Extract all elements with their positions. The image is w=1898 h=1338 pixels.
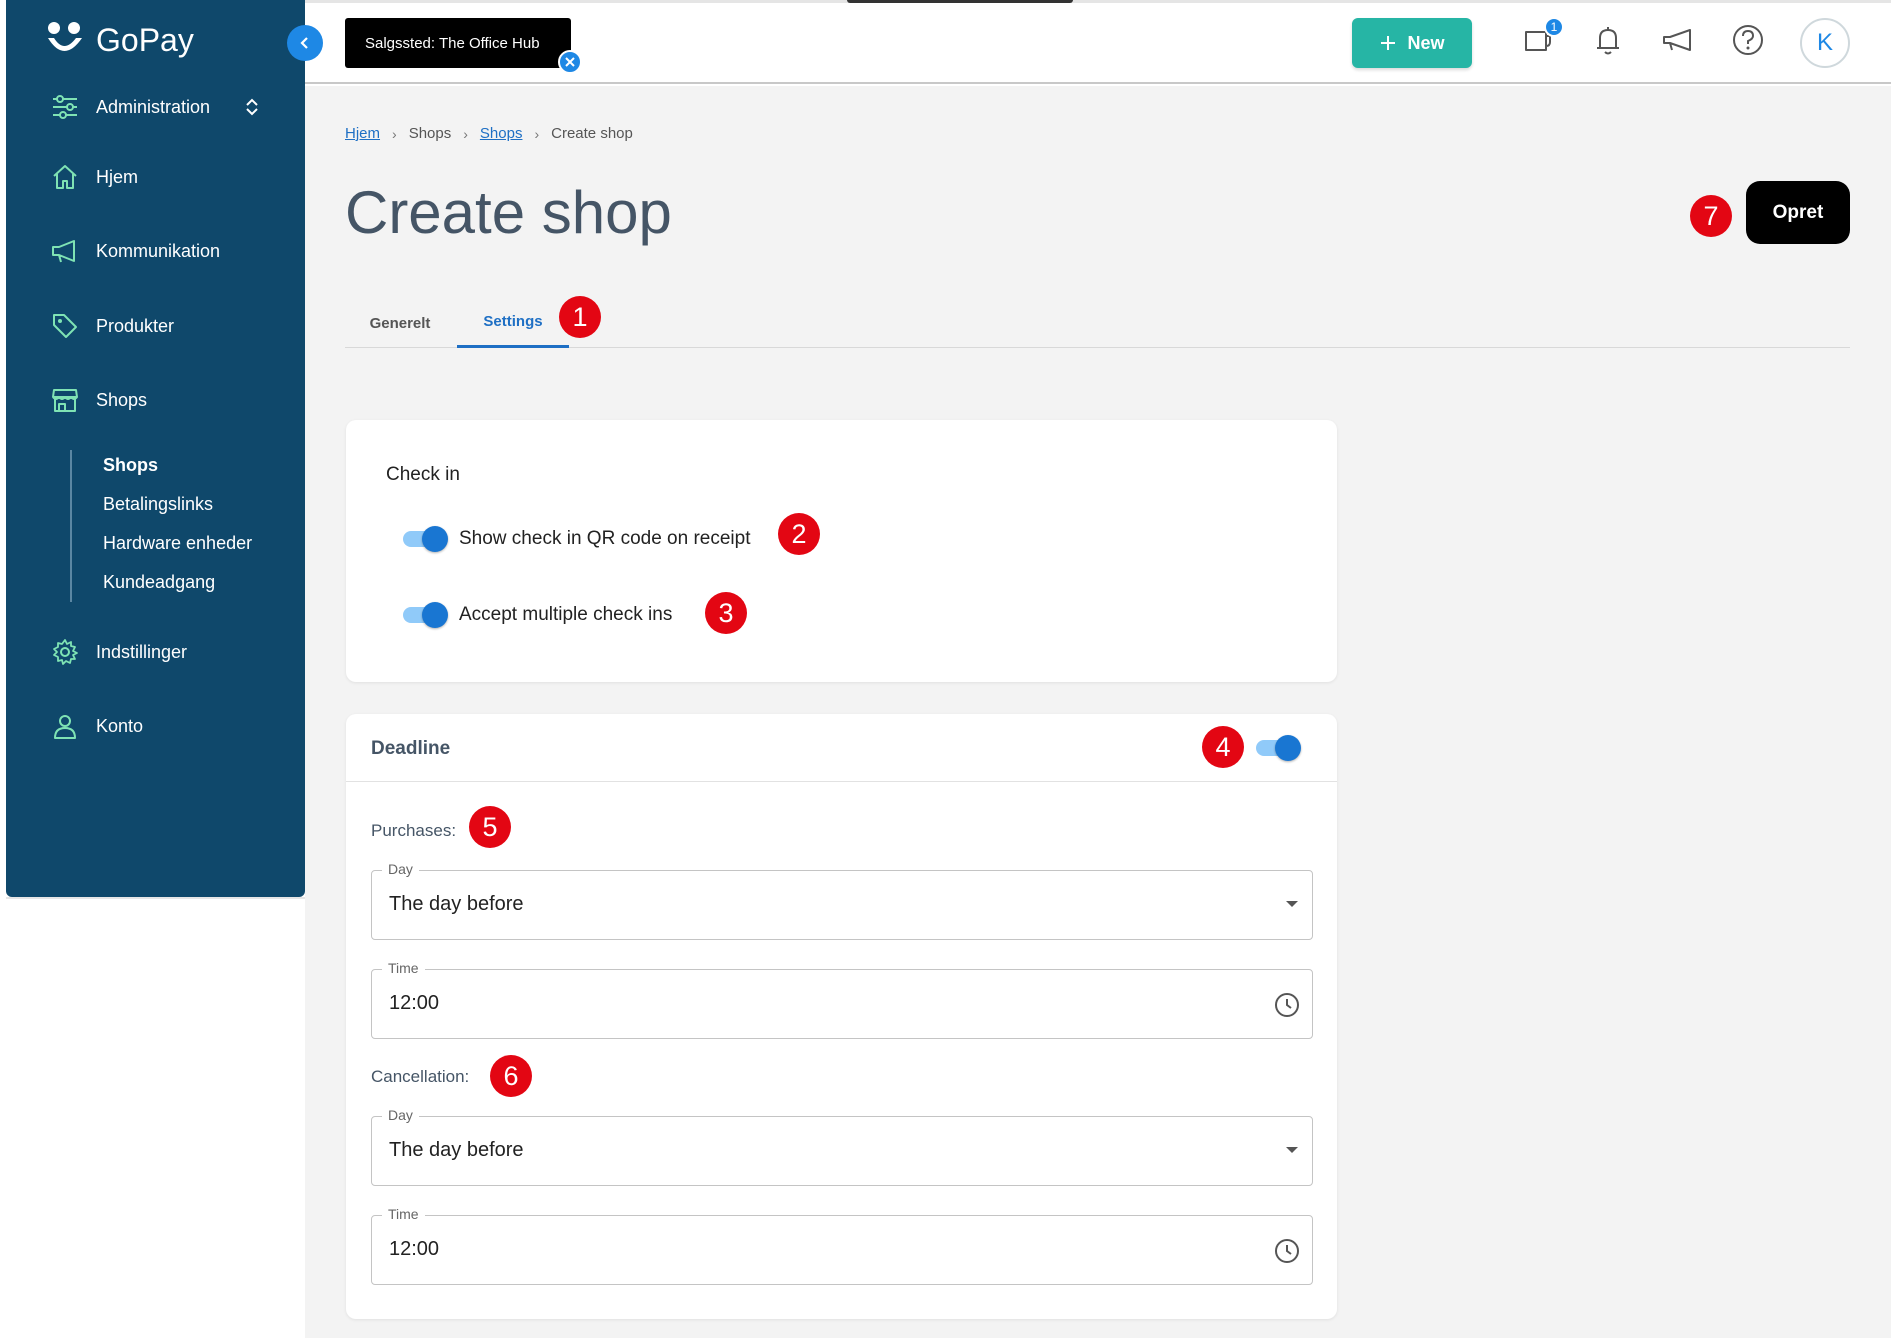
opret-button[interactable]: Opret [1746, 181, 1850, 244]
active-nav-indicator [0, 364, 6, 438]
home-icon [53, 165, 77, 189]
plus-icon [1381, 36, 1396, 50]
field-value: The day before [389, 1139, 524, 1161]
sidebar-subitem-shops[interactable]: Shops [103, 455, 158, 476]
tag-icon [53, 314, 77, 338]
sidebar-item-label: Konto [96, 715, 144, 736]
sidebar: GoPay Administration Hjem Kommunikation … [6, 0, 305, 897]
sidebar-item-label: Produkter [96, 315, 175, 336]
gear-icon [53, 639, 78, 665]
sidebar-item-indstillinger[interactable]: Indstillinger [50, 637, 290, 667]
user-avatar[interactable]: K [1800, 18, 1850, 68]
deadline-toggle[interactable] [1254, 735, 1301, 761]
window-notch [847, 0, 1073, 3]
breadcrumb-separator: › [534, 125, 540, 142]
checkin-title: Check in [386, 464, 460, 485]
submenu-divider [70, 450, 72, 602]
window-edge [1891, 0, 1898, 1338]
sidebar-item-konto[interactable]: Konto [50, 711, 290, 741]
new-button-label: New [1407, 32, 1445, 53]
tab-generelt[interactable]: Generelt [345, 298, 455, 348]
page-title: Create shop [345, 179, 672, 246]
sidebar-item-label: Administration [96, 96, 211, 117]
annotation-marker: 2 [778, 513, 820, 555]
qr-receipt-toggle[interactable] [401, 526, 448, 552]
gopay-logo-icon [48, 22, 82, 51]
notification-count-badge: 1 [1544, 17, 1564, 37]
user-icon [54, 715, 76, 739]
bell-icon[interactable] [1590, 22, 1626, 58]
cancellation-day-select[interactable]: Day The day before [371, 1107, 1313, 1186]
close-icon [565, 57, 575, 67]
field-legend: Day [382, 1107, 419, 1123]
sidebar-subitem-kundeadgang[interactable]: Kundeadgang [103, 572, 215, 593]
expand-toggle-icon[interactable] [244, 97, 260, 117]
breadcrumb-shops-group: Shops [408, 125, 452, 142]
field-legend: Time [382, 960, 425, 976]
breadcrumb: Hjem › Shops › Shops › Create shop [345, 125, 633, 142]
sidebar-item-kommunikation[interactable]: Kommunikation [50, 236, 290, 266]
store-chip-label: Salgssted: The Office Hub [365, 34, 540, 52]
annotation-marker: 4 [1202, 726, 1244, 768]
breadcrumb-separator: › [392, 125, 397, 142]
breadcrumb-hjem[interactable]: Hjem [345, 125, 380, 142]
cancellation-label: Cancellation: [371, 1067, 470, 1086]
annotation-marker: 1 [559, 296, 601, 338]
collapse-sidebar-button[interactable] [287, 25, 323, 61]
sidebar-bottom-border [6, 897, 339, 899]
purchases-day-select[interactable]: Day The day before [371, 861, 1313, 940]
sidebar-item-label: Indstillinger [96, 641, 188, 662]
field-value: 12:00 [389, 992, 440, 1014]
cancellation-time-field[interactable]: Time 12:00 [371, 1206, 1313, 1285]
clock-icon[interactable] [1274, 1238, 1300, 1264]
qr-receipt-option: Show check in QR code on receipt [401, 526, 751, 552]
breadcrumb-separator: › [463, 125, 468, 142]
field-value: The day before [389, 893, 524, 915]
multiple-checkins-label: Accept multiple check ins [459, 604, 673, 625]
sidebar-subitem-betalingslinks[interactable]: Betalingslinks [103, 494, 213, 515]
sidebar-subitem-hardware-enheder[interactable]: Hardware enheder [103, 533, 252, 554]
store-icon [52, 389, 78, 412]
megaphone-icon[interactable] [1660, 22, 1696, 58]
field-legend: Time [382, 1206, 425, 1222]
annotation-marker: 6 [490, 1055, 532, 1097]
megaphone-icon [52, 240, 75, 263]
deadline-title: Deadline [371, 738, 451, 759]
annotation-marker: 5 [469, 806, 511, 848]
clock-icon[interactable] [1274, 992, 1300, 1018]
sidebar-item-hjem[interactable]: Hjem [50, 162, 290, 192]
sidebar-item-label: Kommunikation [96, 240, 221, 261]
qr-receipt-label: Show check in QR code on receipt [459, 528, 751, 549]
breadcrumb-shops[interactable]: Shops [480, 125, 523, 142]
sidebar-item-produkter[interactable]: Produkter [50, 311, 290, 341]
help-icon[interactable] [1730, 22, 1766, 58]
annotation-marker: 7 [1690, 195, 1732, 237]
clear-store-button[interactable] [558, 50, 582, 74]
annotation-marker: 3 [705, 592, 747, 634]
sidebar-item-shops[interactable]: Shops [50, 385, 290, 415]
dropdown-arrow-icon [1286, 901, 1298, 907]
breadcrumb-current: Create shop [551, 125, 633, 142]
checkin-card: Check in Show check in QR code on receip… [346, 420, 1337, 682]
sidebar-item-label: Shops [96, 389, 148, 410]
sidebar-item-label: Hjem [96, 166, 139, 187]
sliders-icon [53, 95, 77, 119]
field-legend: Day [382, 861, 419, 877]
deadline-header: Deadline [346, 714, 1337, 782]
tab-settings[interactable]: Settings [457, 298, 569, 348]
purchases-label: Purchases: [371, 821, 457, 840]
purchases-time-field[interactable]: Time 12:00 [371, 960, 1313, 1039]
store-selector-chip[interactable]: Salgssted: The Office Hub [345, 18, 571, 68]
sidebar-item-administration[interactable]: Administration [50, 92, 290, 122]
field-value: 12:00 [389, 1238, 440, 1260]
new-button[interactable]: New [1352, 18, 1472, 68]
deadline-card: Deadline Purchases: Day The day before T… [346, 714, 1337, 1319]
dropdown-arrow-icon [1286, 1147, 1298, 1153]
multiple-checkins-option: Accept multiple check ins [401, 602, 672, 628]
multiple-checkins-toggle[interactable] [401, 602, 448, 628]
brand-name: GoPay [96, 21, 194, 58]
gopay-logo[interactable]: GoPay [44, 20, 194, 60]
chevron-left-icon [300, 37, 308, 49]
